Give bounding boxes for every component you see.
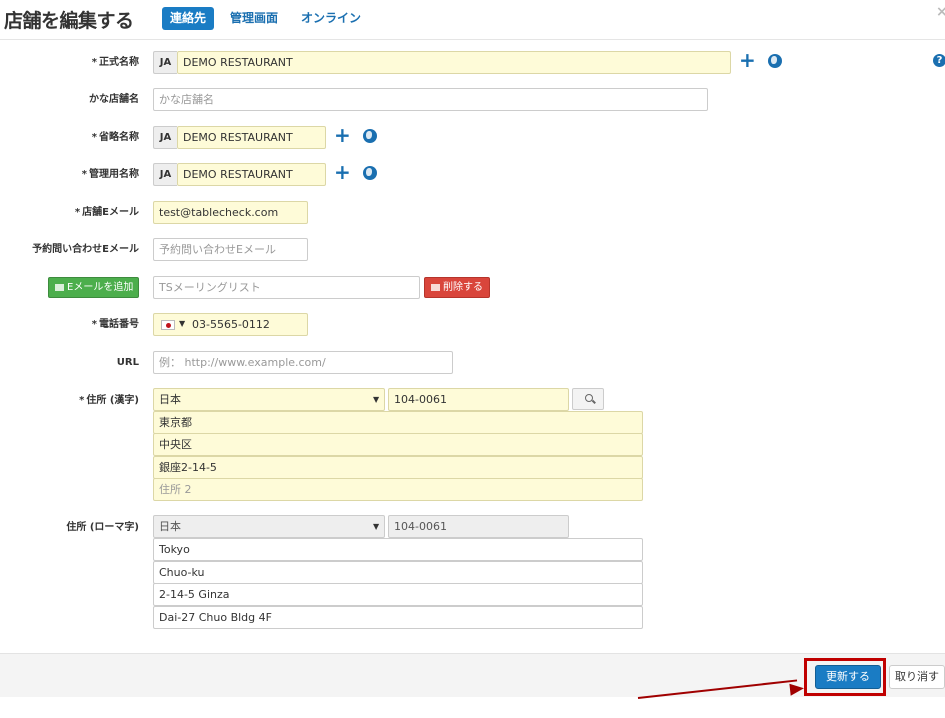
address-kanji-line4[interactable]: 住所 2: [153, 478, 643, 501]
official-name-label: * 正式名称: [0, 56, 139, 70]
admin-name-input[interactable]: DEMO RESTAURANT: [177, 163, 326, 186]
address-roman-line1[interactable]: Tokyo: [153, 538, 643, 561]
search-icon[interactable]: [572, 388, 604, 410]
address-kanji-line4-placeholder: 住所 2: [159, 483, 192, 496]
mailing-list-input[interactable]: TSメーリングリスト: [153, 276, 420, 299]
page-title: 店舗を編集する: [4, 10, 134, 32]
tab-online[interactable]: オンライン: [293, 7, 369, 30]
store-email-label: * 店舗Eメール: [0, 206, 139, 220]
url-input[interactable]: 例： http://www.example.com/: [153, 351, 453, 374]
plus-icon[interactable]: +: [739, 50, 756, 70]
address-roman-line4[interactable]: Dai-27 Chuo Bldg 4F: [153, 606, 643, 629]
address-kanji-country-select[interactable]: 日本: [153, 388, 385, 411]
mailing-list-placeholder: TSメーリングリスト: [159, 281, 261, 294]
admin-name-label-text: 管理用名称: [89, 169, 139, 180]
tab-admin[interactable]: 管理画面: [222, 7, 286, 30]
add-email-label: Eメールを追加: [67, 282, 134, 293]
required-mark: *: [74, 207, 81, 218]
kana-name-label: かな店舗名: [89, 94, 139, 105]
address-roman-country-select: 日本: [153, 515, 385, 538]
japan-flag-icon[interactable]: [161, 320, 175, 330]
phone-label: * 電話番号: [0, 318, 139, 332]
admin-name-lang: JA: [153, 163, 177, 186]
delete-email-button[interactable]: 削除する: [424, 277, 490, 298]
address-kanji-label: * 住所 (漢字): [0, 394, 139, 408]
address-kanji-line3[interactable]: 銀座2-14-5: [153, 456, 643, 479]
address-roman-line2[interactable]: Chuo-ku: [153, 561, 643, 584]
official-name-label-text: 正式名称: [99, 57, 139, 68]
address-roman-postal-input: 104-0061: [388, 515, 569, 538]
add-email-button[interactable]: Eメールを追加: [48, 277, 139, 298]
header-divider: [0, 39, 945, 40]
envelope-icon: [55, 284, 64, 291]
address-roman-line3[interactable]: 2-14-5 Ginza: [153, 583, 643, 606]
chevron-down-icon: ▼: [373, 522, 380, 531]
chevron-down-icon[interactable]: ▼: [179, 319, 185, 328]
official-name-lang: JA: [153, 51, 177, 74]
inquiry-email-input[interactable]: 予約問い合わせEメール: [153, 238, 308, 261]
url-label: URL: [116, 357, 139, 368]
official-name-input[interactable]: DEMO RESTAURANT: [177, 51, 731, 74]
kana-name-input[interactable]: かな店舗名: [153, 88, 708, 111]
phone-label-text: 電話番号: [99, 319, 139, 330]
envelope-icon: [431, 284, 440, 291]
address-kanji-postal-input[interactable]: 104-0061: [388, 388, 569, 411]
address-kanji-label-text: 住所 (漢字): [86, 395, 139, 406]
phone-input[interactable]: 03-5565-0112: [153, 313, 308, 336]
address-kanji-line1[interactable]: 東京都: [153, 411, 643, 434]
store-email-input[interactable]: test@tablecheck.com: [153, 201, 308, 224]
short-name-lang: JA: [153, 126, 177, 149]
admin-name-label: * 管理用名称: [0, 168, 139, 182]
tab-contact[interactable]: 連絡先: [162, 7, 215, 30]
globe-icon[interactable]: [768, 54, 782, 68]
cancel-button[interactable]: 取り消す: [889, 665, 945, 689]
globe-icon[interactable]: [363, 129, 377, 143]
required-mark: *: [81, 169, 87, 180]
question-icon[interactable]: ?: [933, 54, 945, 67]
address-roman-label: 住所 (ローマ字): [66, 522, 139, 533]
address-kanji-line2[interactable]: 中央区: [153, 433, 643, 456]
plus-icon[interactable]: +: [334, 125, 351, 145]
short-name-input[interactable]: DEMO RESTAURANT: [177, 126, 326, 149]
short-name-label: * 省略名称: [0, 131, 139, 145]
annotation-highlight-box: [804, 658, 886, 696]
store-email-label-text: 店舗Eメール: [82, 207, 139, 218]
inquiry-email-label: 予約問い合わせEメール: [32, 244, 139, 255]
plus-icon[interactable]: +: [334, 162, 351, 182]
chevron-down-icon[interactable]: ▼: [373, 395, 379, 404]
close-icon[interactable]: ×: [936, 4, 945, 20]
required-mark: *: [91, 319, 97, 330]
delete-email-label: 削除する: [443, 282, 483, 293]
required-mark: *: [91, 57, 97, 68]
annotation-arrow-head: [789, 682, 805, 696]
kana-name-placeholder: かな店舗名: [159, 93, 214, 106]
required-mark: *: [79, 395, 85, 406]
globe-icon[interactable]: [363, 166, 377, 180]
inquiry-email-placeholder: 予約問い合わせEメール: [159, 243, 276, 256]
url-placeholder: 例： http://www.example.com/: [159, 356, 326, 369]
address-kanji-country-value: 日本: [159, 393, 181, 406]
short-name-label-text: 省略名称: [99, 132, 139, 143]
address-roman-country-value: 日本: [159, 520, 181, 533]
required-mark: *: [91, 132, 97, 143]
